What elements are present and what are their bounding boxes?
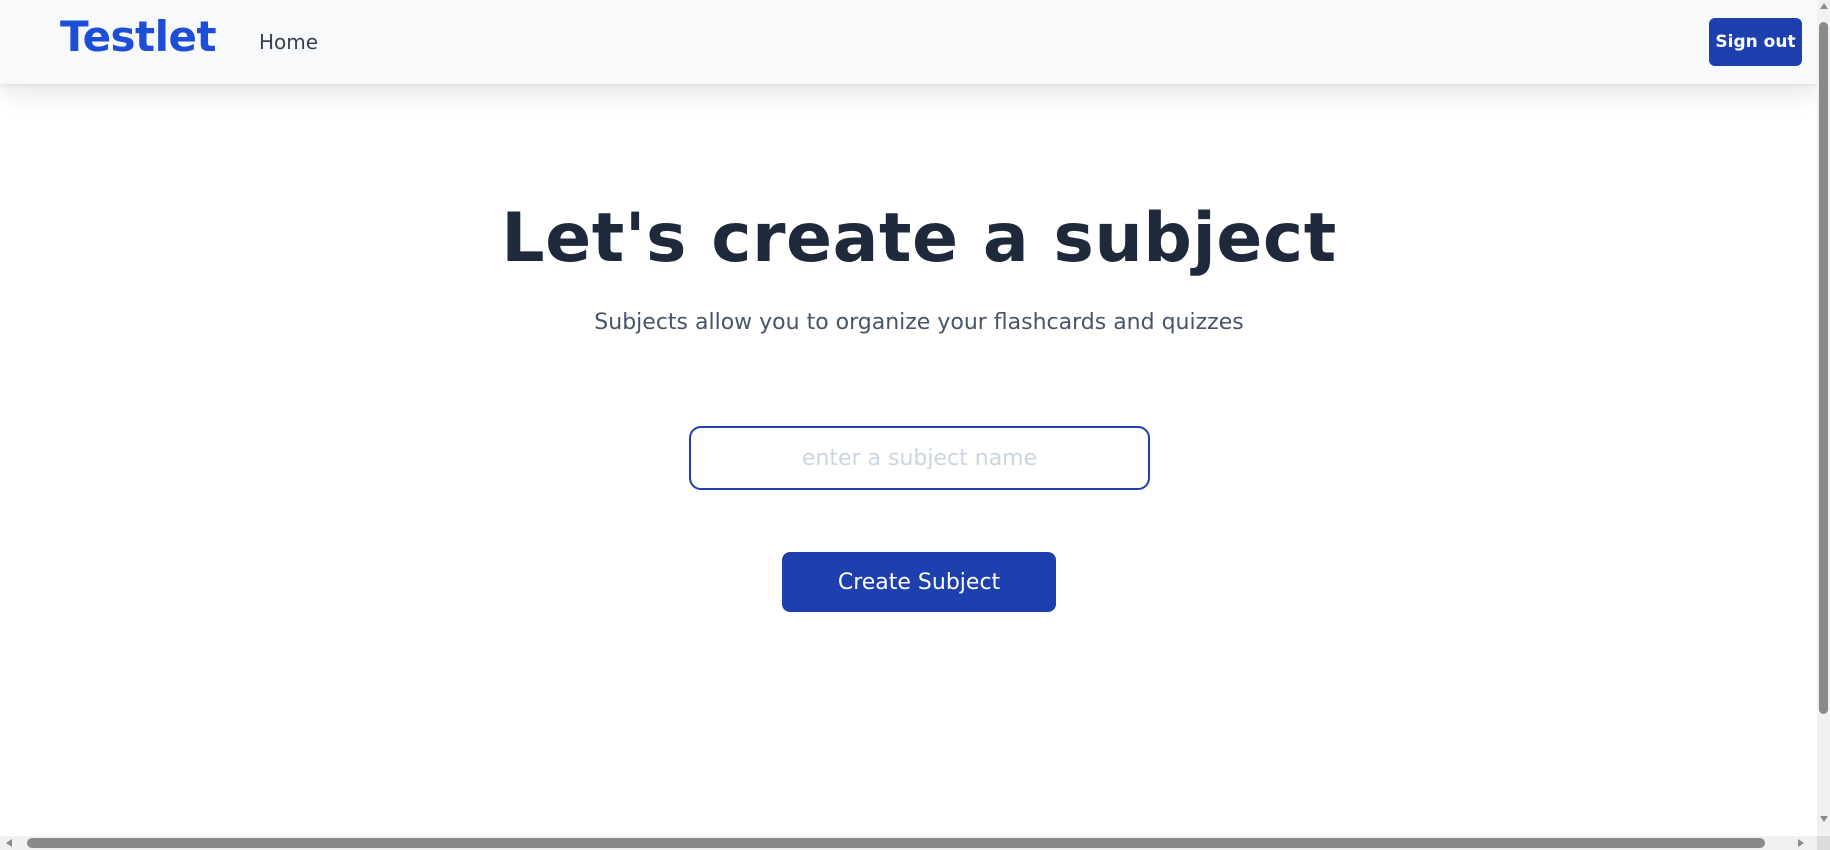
sign-out-button[interactable]: Sign out xyxy=(1709,18,1802,66)
page-title: Let's create a subject xyxy=(501,199,1337,278)
scroll-down-arrow-icon[interactable] xyxy=(1820,816,1828,822)
subject-name-input[interactable] xyxy=(689,426,1150,490)
vertical-scrollbar[interactable] xyxy=(1817,0,1830,836)
main-content: Let's create a subject Subjects allow yo… xyxy=(0,84,1817,828)
vertical-scroll-thumb[interactable] xyxy=(1819,22,1828,714)
scroll-left-arrow-icon[interactable] xyxy=(6,839,12,847)
navbar: Testlet Home Sign out xyxy=(0,0,1817,84)
scrollbar-corner xyxy=(1817,836,1830,850)
create-subject-button[interactable]: Create Subject xyxy=(782,552,1056,612)
brand-logo[interactable]: Testlet xyxy=(60,13,217,60)
horizontal-scrollbar[interactable] xyxy=(0,836,1817,850)
browser-viewport: Testlet Home Sign out Let's create a sub… xyxy=(0,0,1830,850)
page-subtitle: Subjects allow you to organize your flas… xyxy=(594,310,1244,335)
scroll-up-arrow-icon[interactable] xyxy=(1820,3,1828,9)
nav-link-home[interactable]: Home xyxy=(259,30,318,54)
scroll-right-arrow-icon[interactable] xyxy=(1798,839,1804,847)
horizontal-scroll-thumb[interactable] xyxy=(27,838,1765,848)
